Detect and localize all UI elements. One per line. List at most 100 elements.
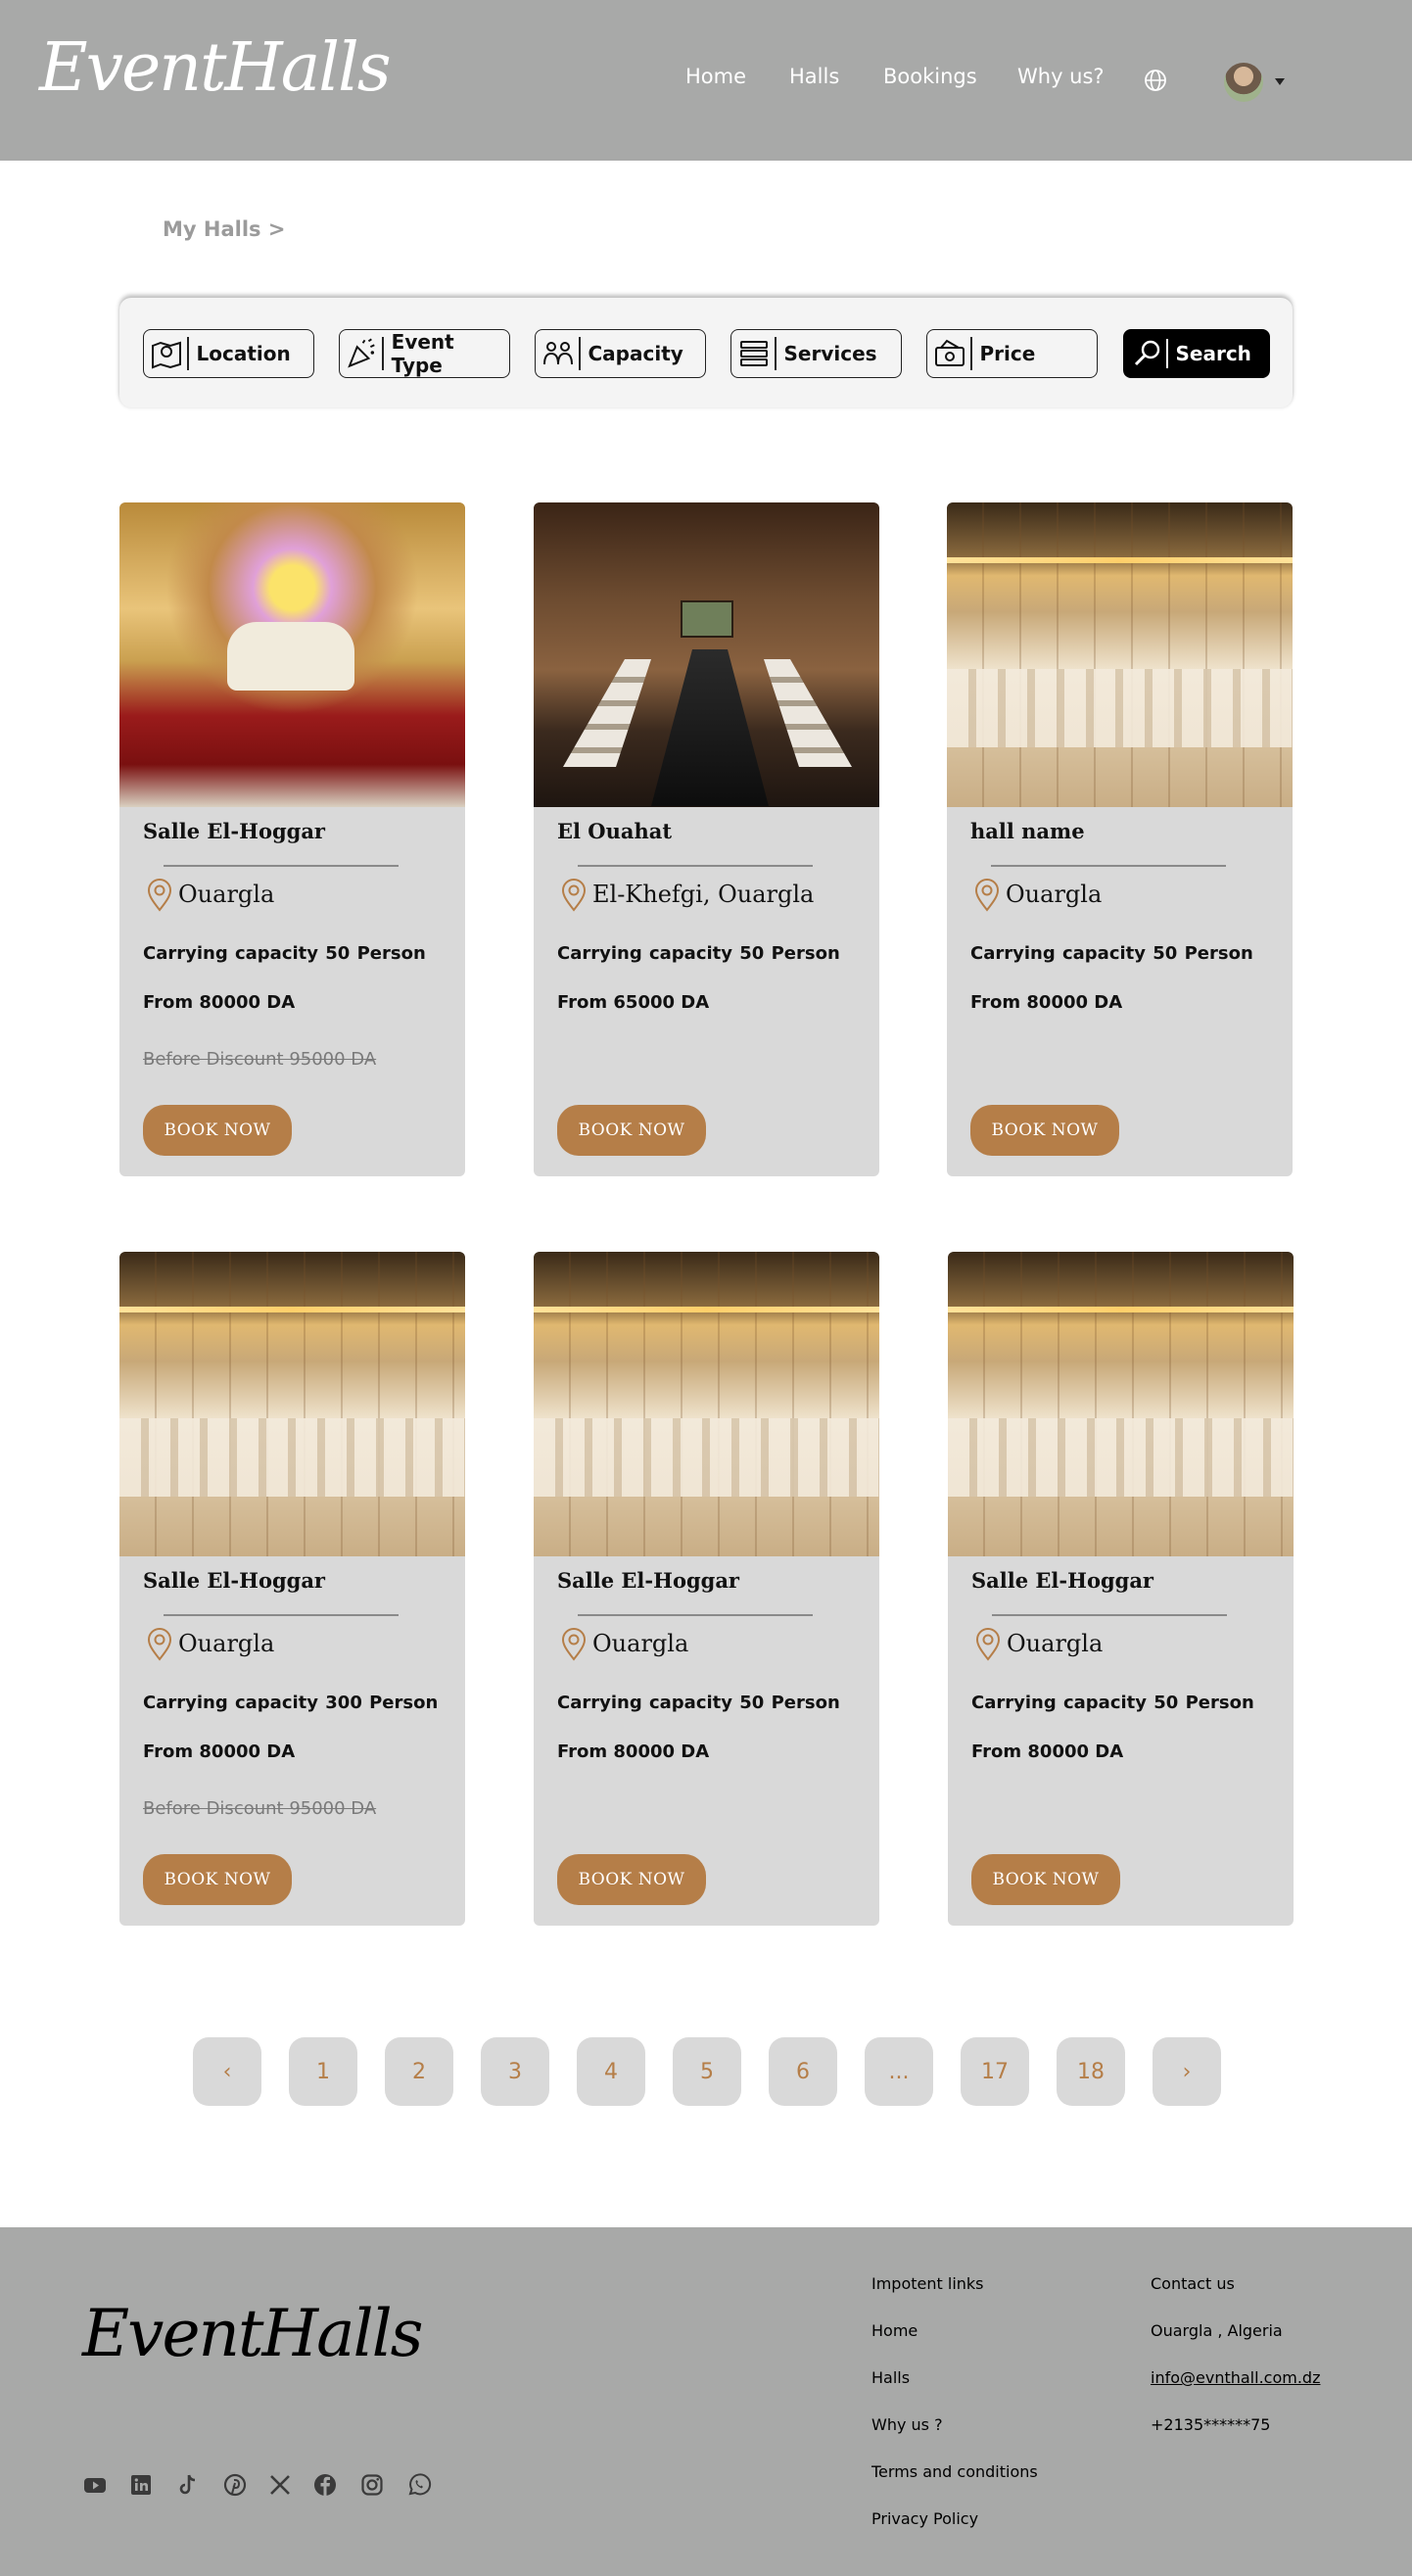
footer-logo[interactable]: EventHalls [82,2296,424,2371]
event-type-filter[interactable]: Event Type [339,329,510,378]
party-popper-icon [348,338,375,368]
nav-bookings[interactable]: Bookings [883,65,977,88]
location-pin-icon [147,1628,172,1661]
pagination-page-3[interactable]: 3 [481,2037,549,2106]
location-pin-icon [975,1628,1001,1661]
hall-capacity: Carrying capacity 50 Person [970,943,1253,964]
footer-link-halls[interactable]: Halls [871,2368,910,2387]
book-now-button[interactable]: BOOK NOW [971,1854,1120,1905]
location-pin-icon [561,879,587,912]
globe-icon[interactable] [1144,69,1167,92]
book-now-button[interactable]: BOOK NOW [970,1105,1119,1156]
chevron-down-icon[interactable] [1275,78,1285,85]
pagination-page-6[interactable]: 6 [769,2037,837,2106]
nav-why-us[interactable]: Why us? [1017,65,1105,88]
hall-photo[interactable] [119,1252,465,1556]
hall-location: Ouargla [592,1630,689,1657]
linkedin-icon[interactable] [128,2472,154,2498]
hall-original-price: Before Discount 95000 DA [143,1049,377,1070]
people-icon [543,342,573,365]
capacity-filter-label: Capacity [588,342,683,365]
youtube-icon[interactable] [82,2472,108,2498]
nav-halls[interactable]: Halls [789,65,839,88]
tiktok-icon[interactable] [175,2472,201,2498]
pagination-page-17[interactable]: 17 [961,2037,1029,2106]
book-now-button[interactable]: BOOK NOW [143,1105,292,1156]
pagination-next-button[interactable]: › [1153,2037,1221,2106]
facebook-icon[interactable] [312,2472,338,2498]
search-button[interactable]: Search [1123,329,1270,378]
user-avatar[interactable] [1224,63,1263,102]
book-now-button[interactable]: BOOK NOW [143,1854,292,1905]
hall-photo[interactable] [948,1252,1294,1556]
location-filter[interactable]: Location [143,329,314,378]
hall-price: From 80000 DA [971,1741,1124,1762]
services-filter-label: Services [783,342,877,365]
hall-card: Salle El-Hoggar Ouargla Carrying capacit… [948,1252,1294,1926]
whatsapp-icon[interactable] [406,2472,432,2498]
location-pin-icon [147,879,172,912]
book-now-button[interactable]: BOOK NOW [557,1105,706,1156]
site-logo[interactable]: EventHalls [39,29,392,107]
location-filter-label: Location [196,342,291,365]
hall-photo[interactable] [534,1252,879,1556]
price-filter[interactable]: Price [926,329,1098,378]
hall-card: Salle El-Hoggar Ouargla Carrying capacit… [119,502,465,1176]
hall-name[interactable]: Salle El-Hoggar [971,1568,1153,1593]
pagination-page-4[interactable]: 4 [577,2037,645,2106]
site-header: EventHalls Home Halls Bookings Why us? [0,0,1412,161]
capacity-filter[interactable]: Capacity [535,329,706,378]
services-filter[interactable]: Services [730,329,902,378]
hall-name[interactable]: hall name [970,819,1085,843]
nav-home[interactable]: Home [685,65,746,88]
instagram-icon[interactable] [359,2472,385,2498]
price-filter-label: Price [979,342,1036,365]
hall-location: Ouargla [178,1630,275,1657]
hall-card: hall name Ouargla Carrying capacity 50 P… [947,502,1293,1176]
book-now-button[interactable]: BOOK NOW [557,1854,706,1905]
hall-location: Ouargla [1006,881,1103,908]
pagination-prev-button[interactable]: ‹ [193,2037,261,2106]
hall-photo[interactable] [119,502,465,807]
footer-link-terms[interactable]: Terms and conditions [871,2462,1038,2481]
footer-link-home[interactable]: Home [871,2321,918,2340]
list-icon [740,341,768,366]
location-pin-icon [561,1628,587,1661]
footer-link-why-us[interactable]: Why us ? [871,2415,943,2434]
hall-name[interactable]: Salle El-Hoggar [557,1568,739,1593]
footer-links-title: Impotent links [871,2274,984,2293]
hall-price: From 80000 DA [143,1741,296,1762]
pinterest-icon[interactable] [222,2472,248,2498]
hall-capacity: Carrying capacity 50 Person [143,943,426,964]
pagination-page-18[interactable]: 18 [1057,2037,1125,2106]
hall-location: El-Khefgi, Ouargla [592,881,815,908]
x-icon[interactable] [267,2472,293,2498]
pagination-page-2[interactable]: 2 [385,2037,453,2106]
footer-phone: +2135******75 [1151,2415,1271,2434]
hall-capacity: Carrying capacity 50 Person [971,1693,1254,1713]
pagination-ellipsis: ... [865,2037,933,2106]
hall-location: Ouargla [178,881,275,908]
site-footer: EventHalls Impotent links Home Halls Why… [0,2227,1412,2576]
hall-name[interactable]: Salle El-Hoggar [143,819,325,843]
hall-price: From 80000 DA [143,992,296,1013]
hall-location: Ouargla [1007,1630,1104,1657]
hall-price: From 80000 DA [557,1741,710,1762]
hall-name[interactable]: El Ouahat [557,819,672,843]
pagination-page-1[interactable]: 1 [289,2037,357,2106]
hall-photo[interactable] [534,502,879,807]
hall-price: From 65000 DA [557,992,710,1013]
footer-address: Ouargla , Algeria [1151,2321,1283,2340]
footer-link-privacy[interactable]: Privacy Policy [871,2509,978,2528]
hall-photo[interactable] [947,502,1293,807]
footer-email-link[interactable]: info@evnthall.com.dz [1151,2368,1320,2387]
breadcrumb[interactable]: My Halls > [163,217,285,241]
hall-capacity: Carrying capacity 50 Person [557,1693,840,1713]
hall-card: Salle El-Hoggar Ouargla Carrying capacit… [534,1252,879,1926]
footer-contact-title: Contact us [1151,2274,1235,2293]
hall-capacity: Carrying capacity 50 Person [557,943,840,964]
hall-original-price: Before Discount 95000 DA [143,1798,377,1819]
hall-name[interactable]: Salle El-Hoggar [143,1568,325,1593]
pagination-page-5[interactable]: 5 [673,2037,741,2106]
hall-card: El Ouahat El-Khefgi, Ouargla Carrying ca… [534,502,879,1176]
